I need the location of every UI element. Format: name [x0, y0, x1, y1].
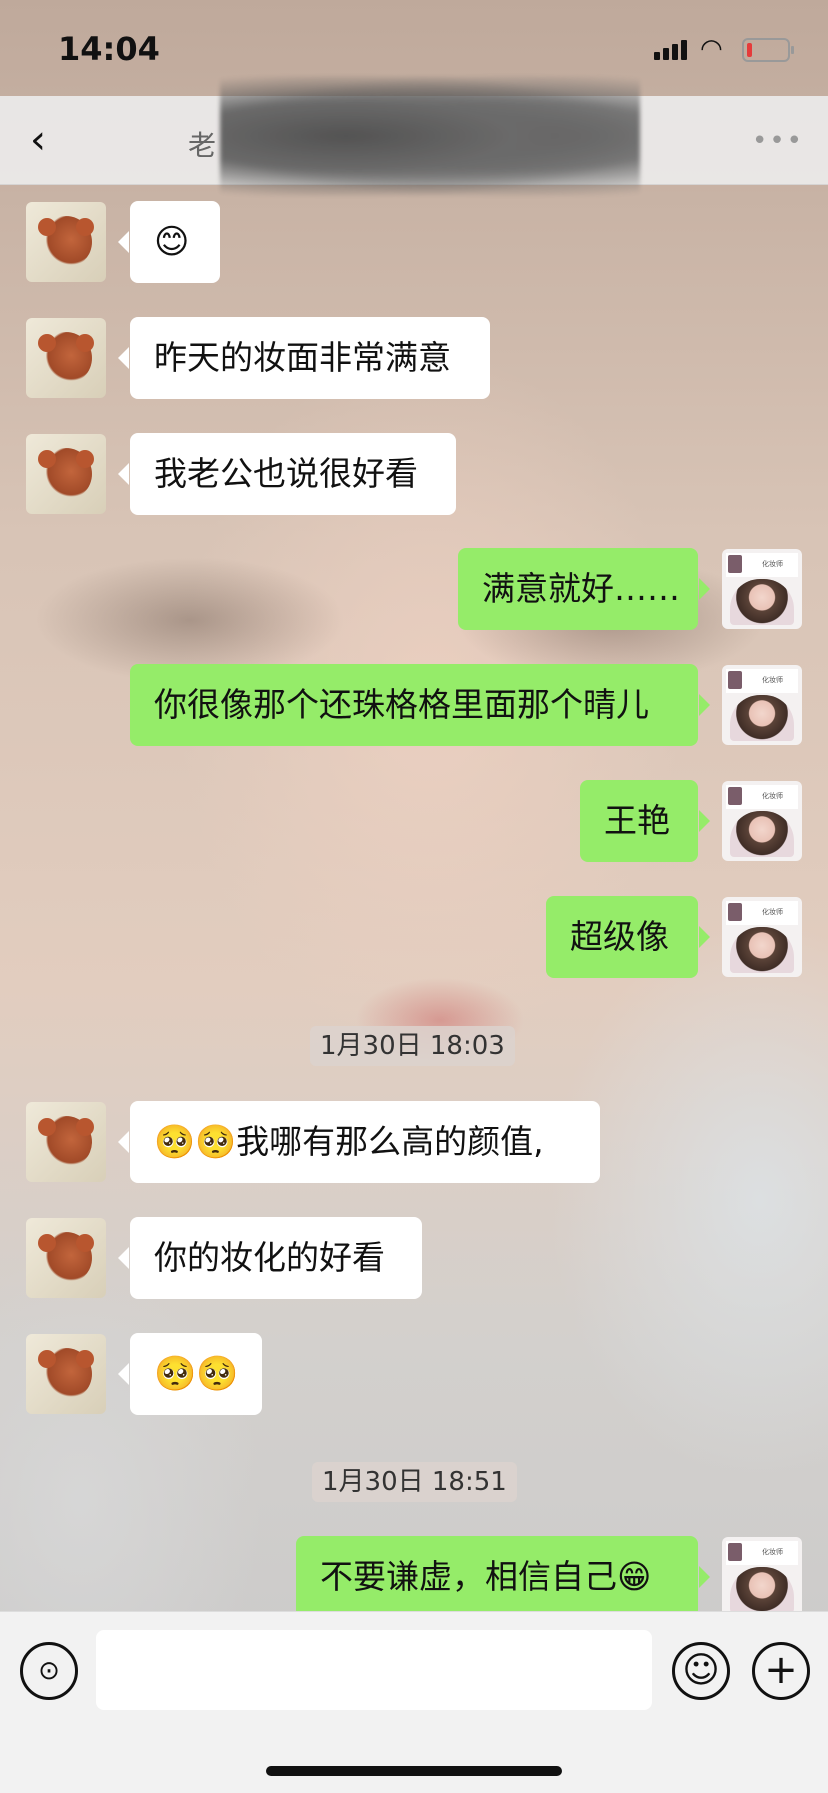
contact-avatar[interactable] — [26, 318, 106, 398]
user-avatar[interactable]: 化妆师 — [722, 1537, 802, 1617]
message-bubble[interactable]: 我老公也说很好看 — [118, 433, 456, 515]
user-avatar[interactable]: 化妆师 — [722, 665, 802, 745]
voice-icon: ⊙ — [38, 1656, 60, 1686]
back-button[interactable]: ‹ — [30, 116, 46, 164]
more-actions-button[interactable]: + — [752, 1642, 810, 1700]
contact-avatar[interactable] — [26, 1334, 106, 1414]
timestamp: 1月30日 18:51 — [312, 1462, 517, 1502]
redaction-scribble — [220, 76, 640, 196]
contact-avatar[interactable] — [26, 202, 106, 282]
signal-icon — [654, 38, 688, 60]
chat-title: 老 — [188, 129, 217, 162]
message-bubble[interactable]: 🥺🥺 — [118, 1333, 262, 1415]
message-bubble[interactable]: 🥺🥺我哪有那么高的颜值, — [118, 1101, 600, 1183]
emoji-button[interactable]: ☺ — [672, 1642, 730, 1700]
message-bubble[interactable]: 昨天的妆面非常满意 — [118, 317, 490, 399]
message-bubble[interactable]: 你很像那个还珠格格里面那个晴儿 — [130, 664, 710, 746]
chat-background — [0, 0, 828, 1792]
wifi-icon: ◠ — [700, 34, 723, 64]
message-bubble[interactable]: 😊 — [118, 201, 220, 283]
status-time: 14:04 — [58, 30, 160, 68]
message-input[interactable] — [96, 1630, 652, 1710]
user-avatar[interactable]: 化妆师 — [722, 781, 802, 861]
voice-input-button[interactable]: ⊙ — [20, 1642, 78, 1700]
timestamp: 1月30日 18:03 — [310, 1026, 515, 1066]
contact-avatar[interactable] — [26, 434, 106, 514]
message-bubble[interactable]: 满意就好…… — [458, 548, 710, 630]
message-bubble[interactable]: 不要谦虚，相信自己😁 — [296, 1536, 710, 1618]
plus-icon: + — [764, 1647, 798, 1693]
more-button[interactable]: ••• — [752, 126, 804, 156]
battery-icon — [742, 38, 794, 62]
contact-avatar[interactable] — [26, 1102, 106, 1182]
message-bubble[interactable]: 你的妆化的好看 — [118, 1217, 422, 1299]
message-bubble[interactable]: 王艳 — [580, 780, 710, 862]
chat-header: ‹ 老 ••• — [0, 76, 828, 196]
user-avatar[interactable]: 化妆师 — [722, 897, 802, 977]
message-bubble[interactable]: 超级像 — [546, 896, 710, 978]
contact-avatar[interactable] — [26, 1218, 106, 1298]
user-avatar[interactable]: 化妆师 — [722, 549, 802, 629]
home-indicator — [266, 1766, 562, 1776]
smile-icon: ☺ — [682, 1650, 720, 1691]
